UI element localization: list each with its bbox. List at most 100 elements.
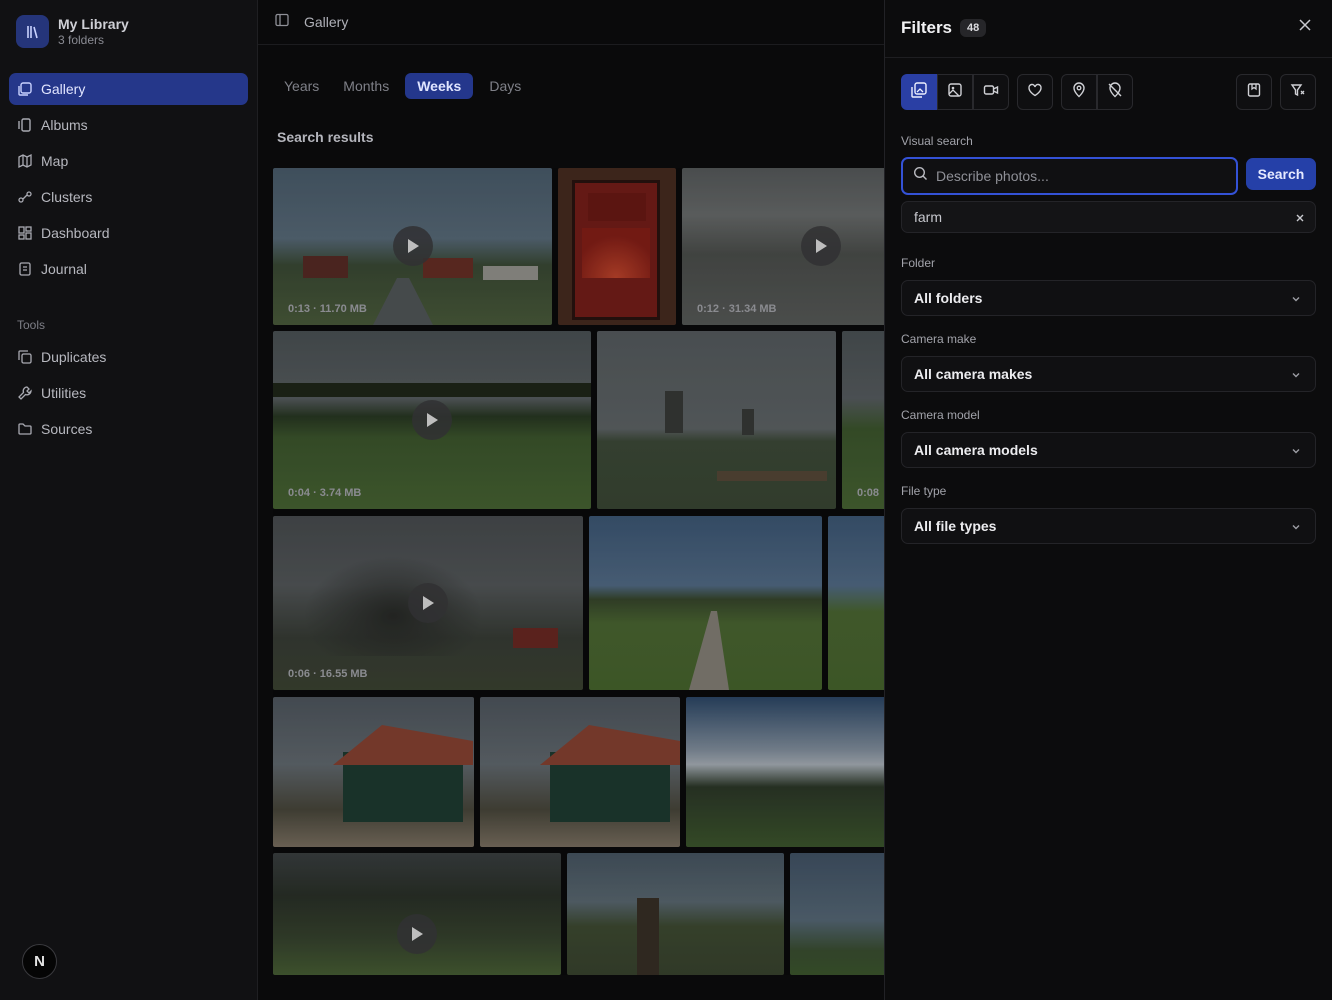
nav-item-albums[interactable]: Albums	[9, 109, 248, 141]
chevron-down-icon	[1290, 368, 1302, 384]
header-divider	[885, 57, 1332, 58]
clear-filters-button[interactable]	[1280, 74, 1316, 110]
videos-filter-button[interactable]	[973, 74, 1009, 110]
filters-count-badge: 48	[960, 19, 987, 37]
nav-label: Sources	[41, 421, 93, 437]
search-term-text: farm	[914, 209, 942, 225]
video-tile[interactable]: 0:04 · 3.74 MB	[273, 331, 591, 509]
camera-make-label: Camera make	[901, 332, 977, 346]
library-subtitle: 3 folders	[58, 32, 105, 47]
photo-tile[interactable]	[828, 516, 884, 690]
file-type-value: All file types	[914, 518, 997, 534]
nav-item-duplicates[interactable]: Duplicates	[9, 341, 248, 373]
video-tile[interactable]: 0:06 · 16.55 MB	[273, 516, 583, 690]
video-tile[interactable]: 0:08	[842, 331, 884, 509]
nav-item-map[interactable]: Map	[9, 145, 248, 177]
nav-label: Clusters	[41, 189, 93, 205]
clusters-icon	[17, 189, 33, 205]
nav-label: Gallery	[41, 81, 86, 97]
video-meta: 0:08	[857, 487, 880, 499]
photo-tile[interactable]	[589, 516, 822, 690]
play-icon	[412, 400, 452, 440]
video-tile[interactable]	[273, 853, 561, 975]
photo-tile[interactable]	[567, 853, 784, 975]
without-location-button[interactable]	[1097, 74, 1133, 110]
nav-item-gallery[interactable]: Gallery	[9, 73, 248, 105]
camera-make-value: All camera makes	[914, 366, 1033, 382]
media-type-toolbar	[901, 74, 1133, 110]
map-icon	[17, 153, 33, 169]
tab-weeks[interactable]: Weeks	[405, 73, 474, 99]
with-location-button[interactable]	[1061, 74, 1097, 110]
page-title: Gallery	[304, 14, 349, 30]
filter-x-icon	[1290, 82, 1306, 103]
nav-item-utilities[interactable]: Utilities	[9, 377, 248, 409]
play-icon	[801, 226, 841, 266]
photo-tile[interactable]	[597, 331, 836, 509]
visual-search-label: Visual search	[901, 134, 973, 148]
library-title: My Library	[58, 15, 129, 32]
tab-months[interactable]: Months	[335, 73, 397, 99]
library-logo-icon	[16, 15, 49, 48]
play-icon	[393, 226, 433, 266]
chevron-down-icon	[1290, 444, 1302, 460]
main-content: Gallery Years Months Weeks Days Search r…	[258, 0, 884, 1000]
heart-icon	[1027, 82, 1043, 103]
topbar: Gallery	[258, 0, 884, 45]
save-filter-button[interactable]	[1236, 74, 1272, 110]
close-icon[interactable]	[1296, 16, 1314, 34]
folder-icon	[17, 421, 33, 437]
map-pin-icon	[1071, 81, 1087, 103]
photos-filter-button[interactable]	[937, 74, 973, 110]
camera-model-select[interactable]: All camera models	[901, 432, 1316, 468]
photo-tile[interactable]	[558, 168, 676, 325]
tab-days[interactable]: Days	[481, 73, 529, 99]
all-media-icon	[910, 81, 928, 104]
file-type-select[interactable]: All file types	[901, 508, 1316, 544]
play-icon	[397, 914, 437, 954]
filter-actions	[1236, 74, 1316, 110]
nav-item-dashboard[interactable]: Dashboard	[9, 217, 248, 249]
all-media-button[interactable]	[901, 74, 937, 110]
photo-tile[interactable]	[273, 697, 474, 847]
folder-select[interactable]: All folders	[901, 280, 1316, 316]
map-pin-off-icon	[1107, 81, 1123, 103]
favorites-filter-button[interactable]	[1017, 74, 1053, 110]
play-icon	[408, 583, 448, 623]
nav-item-journal[interactable]: Journal	[9, 253, 248, 285]
search-button[interactable]: Search	[1246, 158, 1316, 190]
folder-label: Folder	[901, 256, 936, 270]
nav-item-sources[interactable]: Sources	[9, 413, 248, 445]
filters-panel: Filters 48 Visual search Describe photos…	[884, 0, 1332, 1000]
results-heading: Search results	[277, 129, 374, 145]
nav-item-clusters[interactable]: Clusters	[9, 181, 248, 213]
video-meta: 0:13 · 11.70 MB	[288, 303, 367, 315]
nav-label: Albums	[41, 117, 88, 133]
filters-title: Filters	[901, 18, 953, 37]
photo-tile[interactable]	[790, 853, 884, 975]
nav-label: Map	[41, 153, 69, 169]
video-tile[interactable]: 0:12 · 31.34 MB	[682, 168, 884, 325]
chevron-down-icon	[1290, 520, 1302, 536]
file-type-label: File type	[901, 484, 947, 498]
library-switcher[interactable]: My Library 3 folders	[16, 15, 129, 48]
user-avatar[interactable]: N	[22, 944, 57, 979]
image-icon	[947, 82, 963, 103]
tab-years[interactable]: Years	[276, 73, 327, 99]
primary-nav: Gallery Albums Map Clusters Dashboard Jo…	[9, 73, 248, 289]
gallery-icon	[17, 81, 33, 97]
camera-make-select[interactable]: All camera makes	[901, 356, 1316, 392]
journal-icon	[17, 261, 33, 277]
nav-label: Dashboard	[41, 225, 110, 241]
photo-tile[interactable]	[686, 697, 884, 847]
time-tabs: Years Months Weeks Days	[276, 73, 529, 99]
camera-model-label: Camera model	[901, 408, 980, 422]
visual-search-input[interactable]	[936, 168, 1216, 184]
camera-model-value: All camera models	[914, 442, 1038, 458]
sidebar-toggle-icon[interactable]	[274, 12, 290, 33]
bookmark-icon	[1246, 82, 1262, 103]
photo-tile[interactable]	[480, 697, 680, 847]
video-tile[interactable]: 0:13 · 11.70 MB	[273, 168, 552, 325]
visual-search-field[interactable]	[901, 157, 1238, 195]
remove-chip-icon[interactable]	[1295, 210, 1305, 226]
